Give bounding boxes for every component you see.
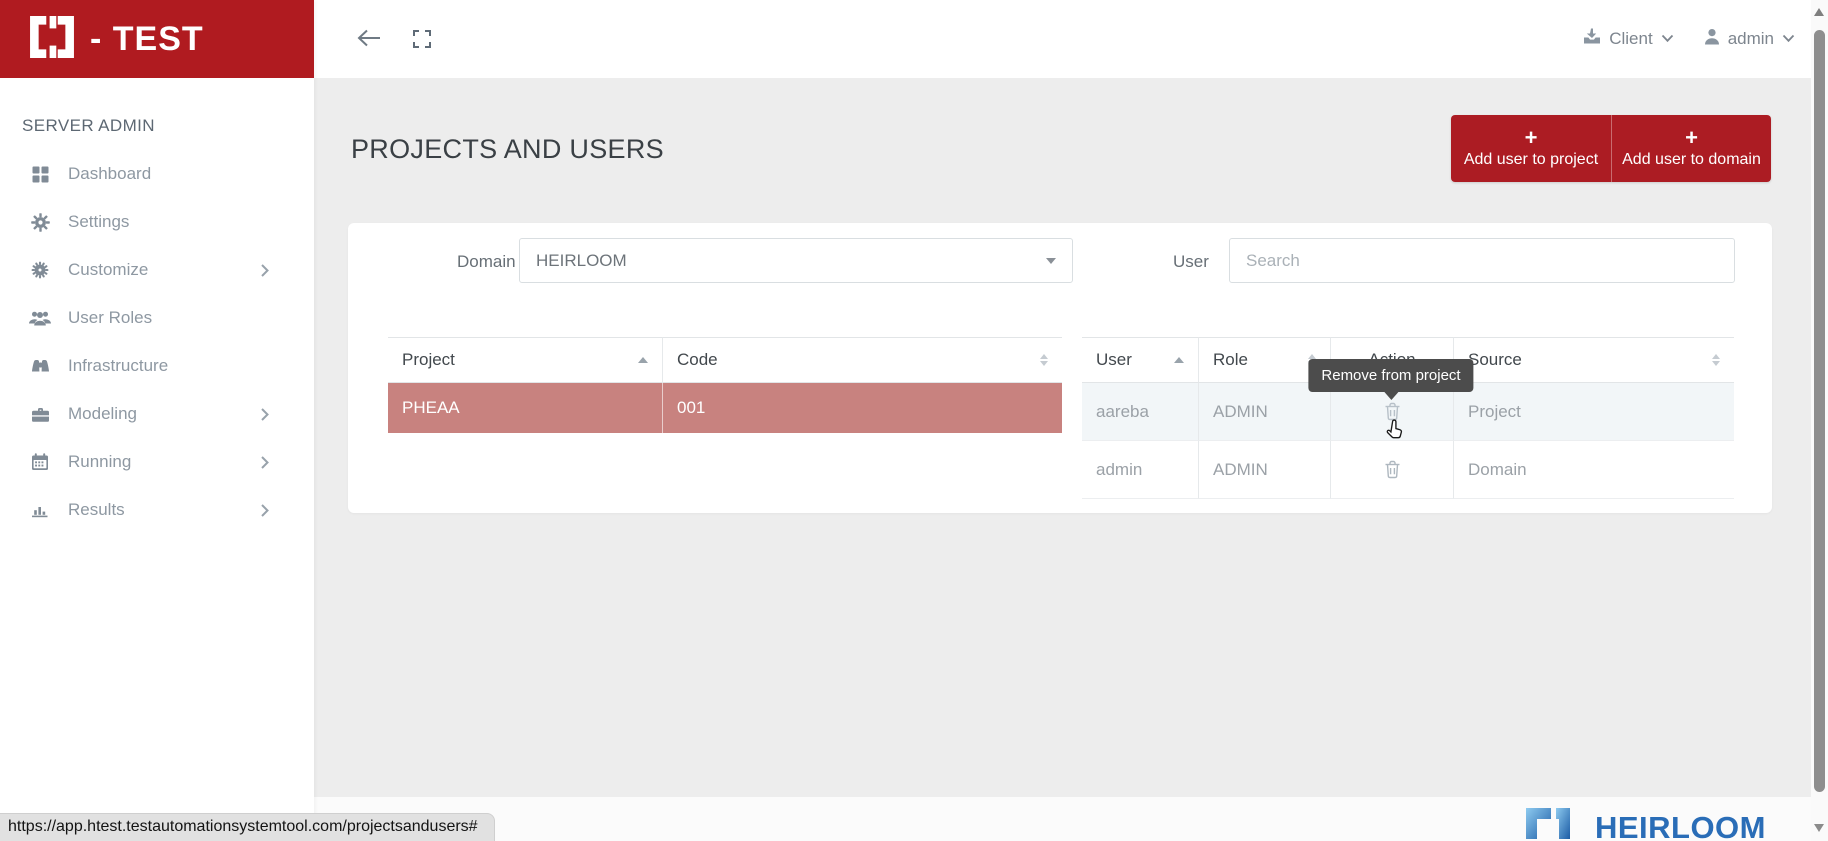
chevron-right-icon — [259, 407, 270, 422]
sidebar-item-label: Dashboard — [68, 164, 151, 184]
sort-ascending-icon — [638, 357, 648, 363]
user-search-input[interactable] — [1229, 238, 1735, 283]
domain-select[interactable]: HEIRLOOM — [519, 238, 1073, 283]
topbar: Client admin — [314, 0, 1811, 78]
plus-icon: + — [1525, 128, 1538, 148]
sidebar: - TEST SERVER ADMIN Dashboard — [0, 0, 314, 841]
user-label: User — [1173, 252, 1209, 272]
scrollbar-thumb[interactable] — [1814, 30, 1825, 792]
chevron-right-icon — [259, 455, 270, 470]
chevron-down-icon — [1661, 30, 1674, 48]
sidebar-item-modeling[interactable]: Modeling — [0, 390, 314, 438]
status-url: https://app.htest.testautomationsystemto… — [8, 818, 478, 836]
remove-from-domain-button[interactable] — [1382, 458, 1403, 481]
code-cell: 001 — [662, 383, 1062, 433]
source-cell: Domain — [1453, 441, 1734, 499]
tooltip-arrow-icon — [1384, 392, 1398, 400]
account-dropdown[interactable]: admin — [1704, 28, 1795, 50]
briefcase-icon — [28, 406, 52, 423]
sort-icon — [1040, 354, 1048, 366]
project-cell: PHEAA — [388, 383, 662, 433]
projects-users-card: Domain HEIRLOOM User Project Code — [348, 223, 1772, 513]
domain-select-value: HEIRLOOM — [536, 251, 1046, 271]
topbar-right: Client admin — [1583, 0, 1795, 78]
sidebar-item-dashboard[interactable]: Dashboard — [0, 150, 314, 198]
add-user-to-domain-button[interactable]: + Add user to domain — [1611, 115, 1771, 182]
projects-table-header: Project Code — [388, 337, 1062, 383]
select-caret-icon — [1046, 258, 1056, 264]
binoculars-icon — [28, 358, 52, 374]
app-window: - TEST SERVER ADMIN Dashboard — [0, 0, 1828, 841]
sidebar-item-customize[interactable]: Customize — [0, 246, 314, 294]
sidebar-item-label: User Roles — [68, 308, 152, 328]
client-dropdown[interactable]: Client — [1583, 28, 1673, 50]
logo-text: - TEST — [90, 20, 204, 59]
domain-label: Domain — [457, 252, 516, 272]
chevron-down-icon — [1782, 30, 1795, 48]
settings-gear-icon — [28, 213, 52, 232]
users-icon — [28, 310, 52, 326]
sidebar-item-infrastructure[interactable]: Infrastructure — [0, 342, 314, 390]
chevron-right-icon — [259, 503, 270, 518]
source-cell: Project — [1453, 383, 1734, 441]
sidebar-item-label: Customize — [68, 260, 148, 280]
vertical-scrollbar — [1811, 0, 1828, 841]
app-logo[interactable]: - TEST — [0, 0, 314, 78]
tooltip-text: Remove from project — [1308, 359, 1473, 392]
link-status-bar: https://app.htest.testautomationsystemto… — [0, 813, 495, 841]
sidebar-section-title: SERVER ADMIN — [22, 116, 155, 136]
column-header-project[interactable]: Project — [388, 337, 662, 383]
dashboard-icon — [28, 166, 52, 183]
sidebar-item-running[interactable]: Running — [0, 438, 314, 486]
chevron-right-icon — [259, 263, 270, 278]
sidebar-item-label: Infrastructure — [68, 356, 168, 376]
client-label: Client — [1609, 29, 1652, 49]
role-cell: ADMIN — [1198, 441, 1330, 499]
page-title: PROJECTS AND USERS — [351, 134, 664, 165]
sidebar-item-label: Results — [68, 500, 125, 520]
heirloom-wordmark: HEIRLOOM — [1595, 810, 1766, 841]
fullscreen-button[interactable] — [412, 29, 432, 49]
project-row-selected[interactable]: PHEAA 001 — [388, 383, 1062, 433]
sidebar-item-label: Running — [68, 452, 131, 472]
sidebar-nav: Dashboard — [0, 150, 314, 534]
sort-icon — [1712, 354, 1720, 366]
page-actions: + Add user to project + Add user to doma… — [1451, 115, 1771, 182]
heirloom-logo: HEIRLOOM — [1525, 802, 1766, 841]
client-icon — [1583, 28, 1601, 50]
column-header-code[interactable]: Code — [662, 337, 1062, 383]
back-button[interactable] — [356, 27, 382, 49]
remove-from-project-button[interactable] — [1382, 400, 1403, 423]
scroll-down-arrow[interactable] — [1814, 824, 1824, 832]
sort-ascending-icon — [1174, 357, 1184, 363]
sidebar-item-user-roles[interactable]: User Roles — [0, 294, 314, 342]
sidebar-item-label: Settings — [68, 212, 129, 232]
user-cell: aareba — [1082, 383, 1198, 441]
sidebar-item-results[interactable]: Results — [0, 486, 314, 534]
user-cell: admin — [1082, 441, 1198, 499]
user-icon — [1704, 28, 1720, 50]
heirloom-mark-icon — [1525, 802, 1581, 841]
customize-gear-icon — [28, 261, 52, 279]
main-content: PROJECTS AND USERS + Add user to project… — [314, 78, 1811, 797]
account-label: admin — [1728, 29, 1774, 49]
footer: HEIRLOOM — [314, 797, 1811, 841]
sidebar-item-label: Modeling — [68, 404, 137, 424]
brand-mark-icon — [30, 16, 74, 63]
calendar-icon — [28, 453, 52, 471]
tooltip: Remove from project — [1308, 359, 1473, 400]
scroll-up-arrow[interactable] — [1814, 8, 1824, 16]
add-user-to-project-button[interactable]: + Add user to project — [1451, 115, 1611, 182]
projects-table: Project Code PHEAA 001 — [388, 337, 1062, 433]
user-row: admin ADMIN — [1082, 441, 1734, 499]
column-header-source[interactable]: Source — [1453, 337, 1734, 383]
column-header-user[interactable]: User — [1082, 337, 1198, 383]
sidebar-item-settings[interactable]: Settings — [0, 198, 314, 246]
plus-icon: + — [1685, 128, 1698, 148]
bar-chart-icon — [28, 502, 52, 518]
action-cell — [1330, 441, 1453, 499]
